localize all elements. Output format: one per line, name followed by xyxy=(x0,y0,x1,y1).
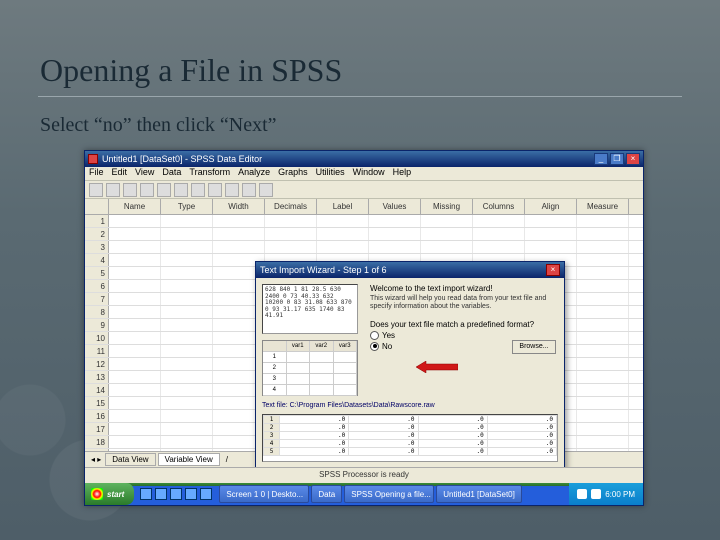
task-item[interactable]: Untitled1 [DataSet0] xyxy=(436,485,522,503)
task-item[interactable]: Data xyxy=(311,485,342,503)
radio-yes[interactable] xyxy=(370,331,379,340)
minimize-button[interactable]: _ xyxy=(594,153,608,165)
dialog-close-button[interactable]: × xyxy=(546,264,560,276)
data-grid[interactable]: Name Type Width Decimals Label Values Mi… xyxy=(85,199,643,467)
col-columns[interactable]: Columns xyxy=(473,199,525,214)
windows-taskbar: start Screen 1 0 | Deskto... Data SPSS O… xyxy=(85,483,643,505)
menu-transform[interactable]: Transform xyxy=(189,167,230,180)
window-titlebar[interactable]: Untitled1 [DataSet0] - SPSS Data Editor … xyxy=(85,151,643,167)
text-file-path: Text file: C:\Program Files\Datasets\Dat… xyxy=(262,402,435,409)
goto-icon[interactable] xyxy=(174,183,188,197)
quicklaunch-icon[interactable] xyxy=(200,488,212,500)
app-icon xyxy=(88,154,98,164)
print-icon[interactable] xyxy=(123,183,137,197)
menu-window[interactable]: Window xyxy=(353,167,385,180)
chart-icon[interactable] xyxy=(208,183,222,197)
clock: 6:00 PM xyxy=(605,490,635,499)
spss-window: Untitled1 [DataSet0] - SPSS Data Editor … xyxy=(84,150,644,506)
status-bar: SPSS Processor is ready xyxy=(85,467,643,481)
save-icon[interactable] xyxy=(106,183,120,197)
quicklaunch-icon[interactable] xyxy=(140,488,152,500)
red-arrow-annotation xyxy=(416,361,458,373)
tab-data-view[interactable]: Data View xyxy=(105,453,155,466)
col-type[interactable]: Type xyxy=(161,199,213,214)
menu-edit[interactable]: Edit xyxy=(112,167,128,180)
col-values[interactable]: Values xyxy=(369,199,421,214)
col-label[interactable]: Label xyxy=(317,199,369,214)
task-item[interactable]: Screen 1 0 | Deskto... xyxy=(219,485,309,503)
slide-title: Opening a File in SPSS xyxy=(40,52,342,89)
col-width[interactable]: Width xyxy=(213,199,265,214)
task-item[interactable]: SPSS Opening a file... xyxy=(344,485,434,503)
dialog-title: Text Import Wizard - Step 1 of 6 xyxy=(260,265,387,275)
title-rule xyxy=(38,96,682,97)
menu-help[interactable]: Help xyxy=(393,167,412,180)
quicklaunch-icon[interactable] xyxy=(155,488,167,500)
menu-graphs[interactable]: Graphs xyxy=(278,167,308,180)
toolbar xyxy=(85,181,643,199)
table-row[interactable]: 1 xyxy=(85,215,643,228)
menu-data[interactable]: Data xyxy=(162,167,181,180)
window-title: Untitled1 [DataSet0] - SPSS Data Editor xyxy=(102,154,262,164)
format-question: Does your text file match a predefined f… xyxy=(370,320,558,329)
start-button[interactable]: start xyxy=(85,483,134,505)
data-preview[interactable]: 1.0.0.0.02.0.0.0.03.0.0.0.04.0.0.0.05.0.… xyxy=(262,414,558,462)
undo-icon[interactable] xyxy=(140,183,154,197)
wizard-welcome: Welcome to the text import wizard! xyxy=(370,284,558,293)
value-icon[interactable] xyxy=(259,183,273,197)
radio-yes-label: Yes xyxy=(382,331,395,340)
col-align[interactable]: Align xyxy=(525,199,577,214)
system-tray[interactable]: 6:00 PM xyxy=(569,483,643,505)
browse-button[interactable]: Browse... xyxy=(512,340,556,354)
menu-file[interactable]: File xyxy=(89,167,104,180)
quicklaunch-icon[interactable] xyxy=(170,488,182,500)
menu-view[interactable]: View xyxy=(135,167,154,180)
tray-icon[interactable] xyxy=(577,489,587,499)
sample-text-preview: 628 840 1 81 28.5 630 2400 0 73 40.33 63… xyxy=(262,284,358,334)
open-icon[interactable] xyxy=(89,183,103,197)
tab-variable-view[interactable]: Variable View xyxy=(158,453,220,466)
maximize-button[interactable]: ❐ xyxy=(610,153,624,165)
redo-icon[interactable] xyxy=(157,183,171,197)
col-measure[interactable]: Measure xyxy=(577,199,629,214)
menu-analyze[interactable]: Analyze xyxy=(238,167,270,180)
find-icon[interactable] xyxy=(191,183,205,197)
radio-no-label: No xyxy=(382,342,392,351)
col-missing[interactable]: Missing xyxy=(421,199,473,214)
radio-no[interactable] xyxy=(370,342,379,351)
dialog-titlebar[interactable]: Text Import Wizard - Step 1 of 6 × xyxy=(256,262,564,278)
table-row[interactable]: 3 xyxy=(85,241,643,254)
tray-icon[interactable] xyxy=(591,489,601,499)
menu-utilities[interactable]: Utilities xyxy=(316,167,345,180)
select-icon[interactable] xyxy=(242,183,256,197)
table-row[interactable]: 2 xyxy=(85,228,643,241)
col-decimals[interactable]: Decimals xyxy=(265,199,317,214)
text-import-wizard: Text Import Wizard - Step 1 of 6 × 628 8… xyxy=(255,261,565,467)
menubar: File Edit View Data Transform Analyze Gr… xyxy=(85,167,643,181)
col-name[interactable]: Name xyxy=(109,199,161,214)
quicklaunch-icon[interactable] xyxy=(185,488,197,500)
weight-icon[interactable] xyxy=(225,183,239,197)
slide-subtitle: Select “no” then click “Next” xyxy=(40,114,277,137)
wizard-intro: This wizard will help you read data from… xyxy=(370,295,558,312)
status-text: SPSS Processor is ready xyxy=(319,470,409,479)
close-button[interactable]: × xyxy=(626,153,640,165)
radio-yes-row[interactable]: Yes xyxy=(370,331,558,340)
format-grid-preview: var1 var2 var3 1 2 3 4 xyxy=(262,340,358,396)
